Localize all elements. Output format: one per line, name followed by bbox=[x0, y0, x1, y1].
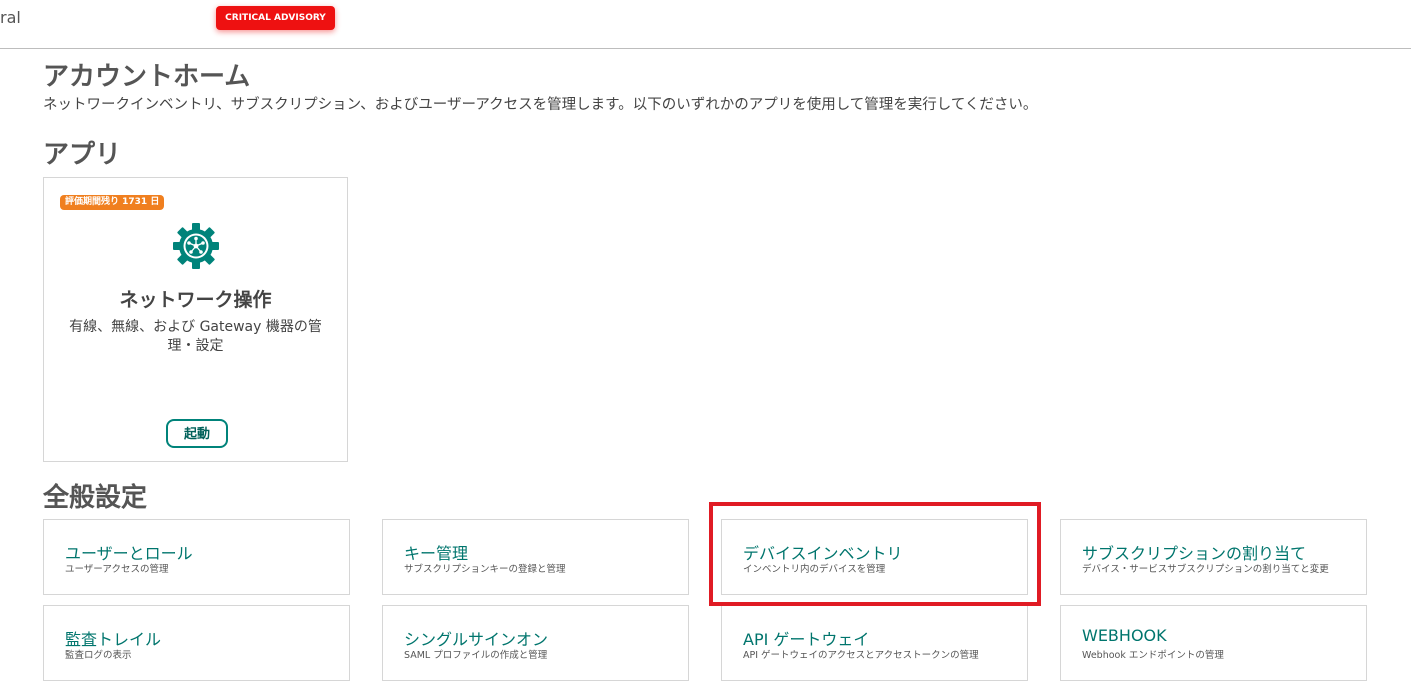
card-subtitle: デバイス・サービスサブスクリプションの割り当てと変更 bbox=[1082, 564, 1329, 575]
webhook-card[interactable]: WEBHOOK Webhook エンドポイントの管理 bbox=[1060, 605, 1367, 681]
device-inventory-card[interactable]: デバイスインベントリ インベントリ内のデバイスを管理 bbox=[721, 519, 1028, 595]
critical-advisory-button[interactable]: CRITICAL ADVISORY bbox=[216, 6, 335, 30]
single-sign-on-card[interactable]: シングルサインオン SAML プロファイルの作成と管理 bbox=[382, 605, 689, 681]
api-gateway-card[interactable]: API ゲートウェイ API ゲートウェイのアクセスとアクセストークンの管理 bbox=[721, 605, 1028, 681]
card-subtitle: SAML プロファイルの作成と管理 bbox=[404, 650, 548, 661]
key-management-card[interactable]: キー管理 サブスクリプションキーの登録と管理 bbox=[382, 519, 689, 595]
apps-section-title: アプリ bbox=[43, 140, 122, 170]
card-subtitle: 監査ログの表示 bbox=[65, 650, 132, 661]
brand-name: ral bbox=[0, 8, 21, 27]
audit-trail-card[interactable]: 監査トレイル 監査ログの表示 bbox=[43, 605, 350, 681]
launch-button[interactable]: 起動 bbox=[166, 419, 228, 448]
card-subtitle: API ゲートウェイのアクセスとアクセストークンの管理 bbox=[743, 650, 979, 661]
card-subtitle: Webhook エンドポイントの管理 bbox=[1082, 650, 1224, 661]
general-settings-section-title: 全般設定 bbox=[43, 483, 148, 513]
card-subtitle: ユーザーアクセスの管理 bbox=[65, 564, 169, 575]
users-and-roles-card[interactable]: ユーザーとロール ユーザーアクセスの管理 bbox=[43, 519, 350, 595]
trial-remaining-badge: 評価期間残り 1731 日 bbox=[60, 195, 165, 210]
app-description: 有線、無線、および Gateway 機器の管理・設定 bbox=[69, 319, 322, 354]
page-title: アカウントホーム bbox=[43, 62, 251, 92]
card-subtitle: インベントリ内のデバイスを管理 bbox=[743, 564, 886, 575]
card-title: WEBHOOK bbox=[1082, 626, 1167, 645]
network-operations-app-card: 評価期間残り 1731 日 ネットワーク操作 有線、無線、および Gateway… bbox=[43, 177, 348, 462]
top-bar: ral CRITICAL ADVISORY bbox=[0, 0, 1411, 49]
card-subtitle: サブスクリプションキーの登録と管理 bbox=[404, 564, 566, 575]
page-description: ネットワークインベントリ、サブスクリプション、およびユーザーアクセスを管理します… bbox=[43, 97, 1038, 113]
app-name: ネットワーク操作 bbox=[119, 289, 272, 311]
network-gear-icon bbox=[173, 223, 219, 269]
subscription-assignment-card[interactable]: サブスクリプションの割り当て デバイス・サービスサブスクリプションの割り当てと変… bbox=[1060, 519, 1367, 595]
